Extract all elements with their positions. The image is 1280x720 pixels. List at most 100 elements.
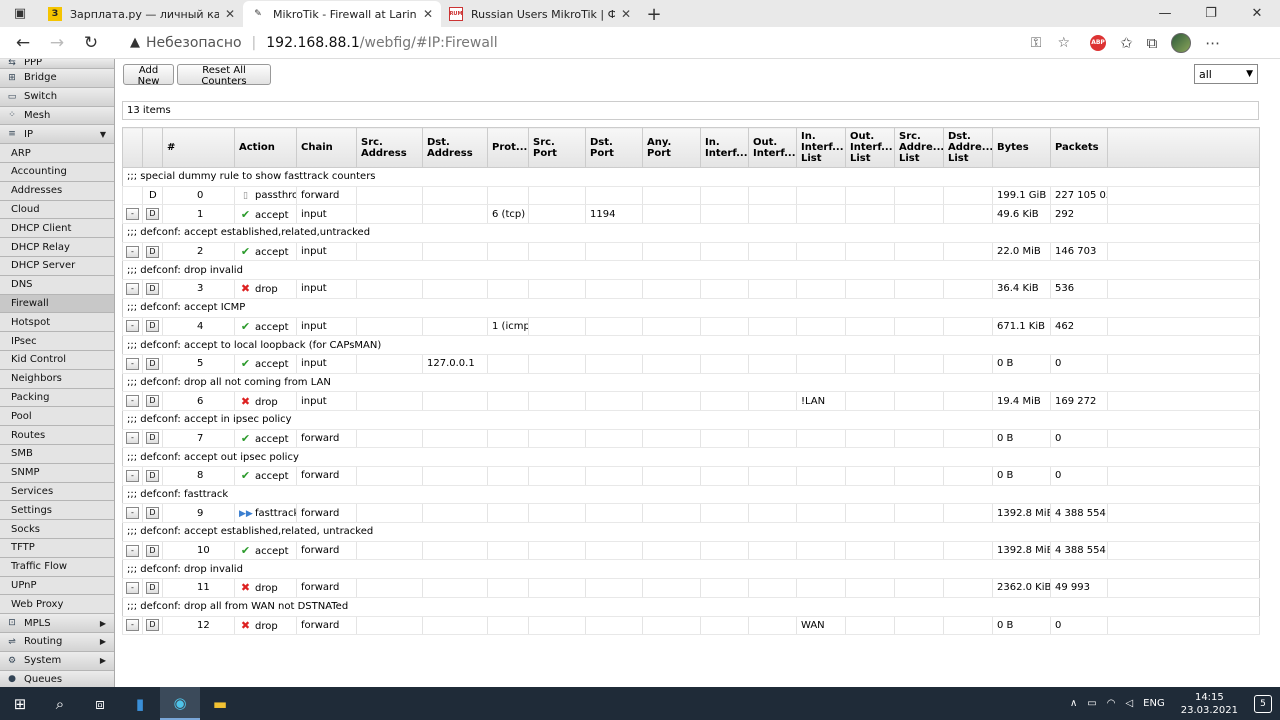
rule-comment-row[interactable]: ;;; defconf: accept established,related,…	[122, 223, 1260, 243]
column-header[interactable]: Chain	[296, 127, 357, 168]
rule-comment-row[interactable]: ;;; defconf: drop all from WAN not DSTNA…	[122, 597, 1260, 617]
task-view-icon[interactable]: ⧈	[80, 687, 120, 720]
disable-rule-button[interactable]: D	[146, 507, 159, 520]
remove-rule-button[interactable]: -	[126, 469, 139, 482]
rule-comment-row[interactable]: ;;; defconf: drop all not coming from LA…	[122, 373, 1260, 393]
windows-start-icon[interactable]: ⊞	[0, 687, 40, 720]
sidebar-item-dns[interactable]: DNS	[0, 275, 114, 295]
clock[interactable]: 14:15 23.03.2021	[1181, 691, 1238, 717]
remove-rule-button[interactable]: -	[126, 395, 139, 408]
table-row[interactable]: - D 12 ✖ drop forward WAN 0 B0	[122, 616, 1260, 636]
close-tab-icon[interactable]: ✕	[621, 7, 631, 21]
tab-actions-icon[interactable]: ▣	[0, 0, 40, 27]
disable-rule-button[interactable]: D	[146, 282, 159, 295]
table-row[interactable]: -D0 ▯ passthroughforward 199.1 GiB227 105 0…	[122, 186, 1260, 206]
tab-forum[interactable]: RUM Russian Users MikroTik | Форум ✕	[441, 1, 639, 27]
language-indicator[interactable]: ENG	[1143, 698, 1165, 709]
tab-mikrotik-firewall[interactable]: ✎ MikroTik - Firewall at Larindyur@ ✕	[243, 1, 441, 27]
notification-center-icon[interactable]: 5	[1254, 694, 1272, 713]
filter-select[interactable]: all ▼	[1194, 64, 1258, 84]
table-row[interactable]: - D 4 ✔ accept input 1 (icmp 671.1 KiB 462	[122, 317, 1260, 337]
table-row[interactable]: - D 3 ✖ drop input 36.4 KiB 536	[122, 279, 1260, 299]
column-header[interactable]	[122, 127, 143, 168]
file-explorer-icon[interactable]: ▬	[200, 687, 240, 720]
add-favorite-icon[interactable]: ☆	[1057, 35, 1070, 51]
sidebar-item-socks[interactable]: Socks	[0, 520, 114, 539]
volume-icon[interactable]: ◁	[1125, 698, 1133, 709]
phone-app-icon[interactable]: ▮	[120, 687, 160, 720]
column-header[interactable]: Bytes	[992, 127, 1051, 168]
table-row[interactable]: - D 8 ✔ accept forward 0 B0	[122, 466, 1260, 486]
sidebar-item-system[interactable]: ⚙ System ▶	[0, 651, 114, 671]
sidebar-item-ipsec[interactable]: IPsec	[0, 332, 114, 351]
column-header[interactable]: Src. Address	[356, 127, 423, 168]
rule-comment-row[interactable]: ;;; defconf: accept in ipsec policy	[122, 410, 1260, 430]
sidebar-item-web-proxy[interactable]: Web Proxy	[0, 595, 114, 615]
disable-rule-button[interactable]: D	[146, 469, 159, 482]
remove-rule-button[interactable]: -	[126, 581, 139, 594]
column-header[interactable]: In. Interf... List	[796, 127, 846, 168]
sidebar-item-dhcp-relay[interactable]: DHCP Relay	[0, 238, 114, 257]
table-row[interactable]: - D 11 ✖ drop forward 2362.0 KiB 49 993	[122, 578, 1260, 598]
rule-comment-row[interactable]: ;;; special dummy rule to show fasttrack…	[122, 167, 1260, 187]
disable-rule-button[interactable]: D	[146, 544, 159, 557]
remove-rule-button[interactable]: -	[126, 619, 139, 632]
column-header[interactable]: Dst. Addre... List	[943, 127, 993, 168]
adblock-icon[interactable]: ABP	[1090, 34, 1106, 51]
column-header[interactable]: Dst. Port	[585, 127, 643, 168]
rule-comment-row[interactable]: ;;; defconf: accept to local loopback (f…	[122, 335, 1260, 355]
remove-rule-button[interactable]: -	[126, 357, 139, 370]
minimize-icon[interactable]: —	[1142, 0, 1188, 27]
rule-comment-row[interactable]: ;;; defconf: accept ICMP	[122, 298, 1260, 318]
table-row[interactable]: - D 10 ✔ accept forward 1392.8 MiB 4 388 554	[122, 541, 1260, 561]
disable-rule-button[interactable]: D	[146, 208, 159, 221]
disable-rule-button[interactable]: D	[146, 357, 159, 370]
column-header[interactable]: Src. Addre... List	[894, 127, 944, 168]
sidebar-item-addresses[interactable]: Addresses	[0, 181, 114, 201]
close-tab-icon[interactable]: ✕	[423, 7, 433, 21]
table-row[interactable]: - D 1 ✔ accept input 6 (tcp) 1194 49.6 KiB 292	[122, 204, 1260, 225]
reset-counters-button[interactable]: Reset All Counters	[177, 64, 271, 87]
sidebar-item-accounting[interactable]: Accounting	[0, 162, 114, 182]
table-row[interactable]: - D 9 ▶▶ fasttrack forward 1392.8 MiB 4 388 554	[122, 503, 1260, 524]
sidebar-item-services[interactable]: Services	[0, 482, 114, 502]
sidebar-item-tftp[interactable]: TFTP	[0, 538, 114, 558]
table-row[interactable]: - D 6 ✖ drop input !LAN 19.4 MiB 169 272	[122, 391, 1260, 411]
reload-icon[interactable]: ↻	[74, 27, 108, 59]
sidebar-item-snmp[interactable]: SNMP	[0, 463, 114, 483]
remove-rule-button[interactable]: -	[126, 320, 139, 333]
sidebar-item-cloud[interactable]: Cloud	[0, 200, 114, 220]
sidebar-item-dhcp-client[interactable]: DHCP Client	[0, 219, 114, 239]
key-icon[interactable]: ⚿	[1031, 35, 1042, 51]
remove-rule-button[interactable]: -	[126, 544, 139, 557]
column-header[interactable]: Src. Port	[528, 127, 586, 168]
column-header[interactable]: Prot...	[487, 127, 529, 168]
remove-rule-button[interactable]: -	[126, 245, 139, 258]
sidebar-item-upnp[interactable]: UPnP	[0, 576, 114, 596]
sidebar-item-ppp[interactable]: ⇆ PPP	[0, 59, 114, 69]
sidebar-item-mpls[interactable]: ⊡ MPLS ▶	[0, 614, 114, 633]
sidebar-item-dhcp-server[interactable]: DHCP Server	[0, 256, 114, 276]
warning-icon[interactable]: ▲	[130, 35, 140, 50]
battery-icon[interactable]: ▭	[1087, 698, 1096, 709]
search-icon[interactable]: ⌕	[40, 687, 80, 720]
sidebar-item-hotspot[interactable]: Hotspot	[0, 313, 114, 333]
sidebar-item-queues[interactable]: ● Queues	[0, 670, 114, 687]
disable-rule-button[interactable]: D	[146, 432, 159, 445]
disable-rule-button[interactable]: D	[146, 581, 159, 594]
column-header[interactable]: #	[162, 127, 235, 168]
sidebar-item-switch[interactable]: ▭ Switch	[0, 87, 114, 107]
sidebar-item-traffic-flow[interactable]: Traffic Flow	[0, 557, 114, 577]
sidebar-item-mesh[interactable]: ⁘ Mesh	[0, 106, 114, 126]
collections-icon[interactable]: ⧉	[1147, 34, 1158, 52]
column-header[interactable]: Packets	[1050, 127, 1108, 168]
more-icon[interactable]: ⋯	[1205, 34, 1220, 52]
sidebar-item-kid-control[interactable]: Kid Control	[0, 350, 114, 370]
disable-rule-button[interactable]: D	[146, 619, 159, 632]
maximize-icon[interactable]: ❐	[1188, 0, 1234, 27]
column-header[interactable]: Any. Port	[642, 127, 701, 168]
column-header[interactable]: Out. Interf... List	[845, 127, 895, 168]
add-new-button[interactable]: Add New	[123, 64, 174, 87]
sidebar-item-pool[interactable]: Pool	[0, 407, 114, 427]
back-icon[interactable]: ←	[6, 27, 40, 59]
